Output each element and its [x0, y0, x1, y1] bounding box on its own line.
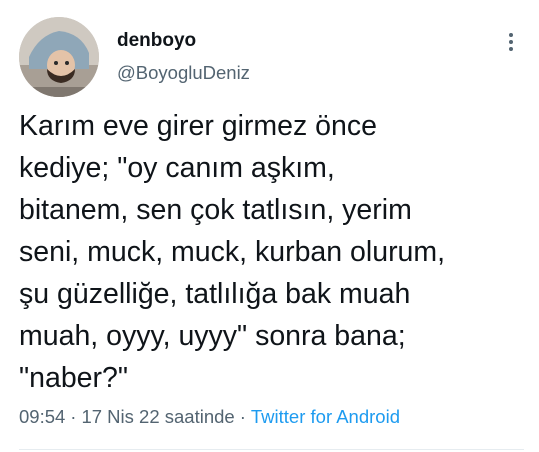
tweet-time[interactable]: 09:54	[19, 406, 65, 427]
divider	[19, 449, 524, 450]
more-vertical-icon[interactable]	[505, 31, 517, 53]
avatar[interactable]	[19, 17, 99, 97]
meta-separator: ·	[70, 406, 77, 427]
avatar-photo	[19, 17, 99, 97]
tweet-text: Karım eve girer girmez önce kediye; "oy …	[19, 110, 446, 394]
tweet-source-link[interactable]: Twitter for Android	[251, 406, 400, 427]
tweet-date[interactable]: 17 Nis 22 saatinde	[81, 406, 234, 427]
meta-separator-2: ·	[239, 406, 246, 427]
user-handle[interactable]: @BoyogluDeniz	[117, 61, 250, 85]
tweet-meta: 09:54 · 17 Nis 22 saatinde · Twitter for And…	[19, 405, 400, 429]
user-info: denboyo @BoyogluDeniz	[117, 29, 250, 85]
tweet-card: denboyo @BoyogluDeniz Karım eve girer gi…	[0, 0, 539, 452]
display-name[interactable]: denboyo	[117, 29, 250, 53]
